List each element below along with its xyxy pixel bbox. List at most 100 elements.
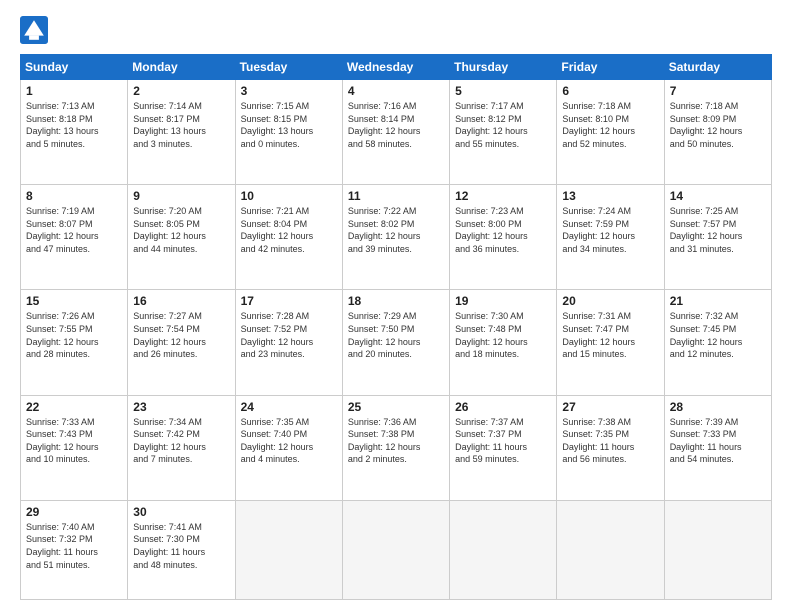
day-number: 15 [26,294,122,308]
day-number: 27 [562,400,658,414]
day-number: 14 [670,189,766,203]
day-cell [342,500,449,599]
day-info: Sunrise: 7:25 AMSunset: 7:57 PMDaylight:… [670,205,766,255]
day-info: Sunrise: 7:40 AMSunset: 7:32 PMDaylight:… [26,521,122,571]
day-cell: 16Sunrise: 7:27 AMSunset: 7:54 PMDayligh… [128,290,235,395]
day-cell: 19 Sunrise: 7:30 AMSunset: 7:48 PMDayligh… [450,290,557,395]
day-number: 8 [26,189,122,203]
weekday-header-tuesday: Tuesday [235,55,342,80]
day-info: Sunrise: 7:21 AMSunset: 8:04 PMDaylight:… [241,205,337,255]
day-info: Sunrise: 7:28 AMSunset: 7:52 PMDaylight:… [241,310,337,360]
day-number: 3 [241,84,337,98]
day-cell: 7 Sunrise: 7:18 AMSunset: 8:09 PMDaylight… [664,80,771,185]
day-info: Sunrise: 7:41 AMSunset: 7:30 PMDaylight:… [133,521,229,571]
day-cell: 24 Sunrise: 7:35 AMSunset: 7:40 PMDayligh… [235,395,342,500]
day-number: 20 [562,294,658,308]
day-info: Sunrise: 7:37 AMSunset: 7:37 PMDaylight:… [455,416,551,466]
day-cell: 23 Sunrise: 7:34 AMSunset: 7:42 PMDayligh… [128,395,235,500]
calendar-table: SundayMondayTuesdayWednesdayThursdayFrid… [20,54,772,600]
day-number: 12 [455,189,551,203]
weekday-header-monday: Monday [128,55,235,80]
day-info: Sunrise: 7:35 AMSunset: 7:40 PMDaylight:… [241,416,337,466]
day-cell: 2Sunrise: 7:14 AMSunset: 8:17 PMDaylight… [128,80,235,185]
day-cell: 28 Sunrise: 7:39 AMSunset: 7:33 PMDayligh… [664,395,771,500]
day-cell: 27 Sunrise: 7:38 AMSunset: 7:35 PMDayligh… [557,395,664,500]
day-info: Sunrise: 7:30 AMSunset: 7:48 PMDaylight:… [455,310,551,360]
logo [20,16,54,44]
weekday-header-friday: Friday [557,55,664,80]
weekday-header-sunday: Sunday [21,55,128,80]
day-info: Sunrise: 7:39 AMSunset: 7:33 PMDaylight:… [670,416,766,466]
day-cell: 15 Sunrise: 7:26 AMSunset: 7:55 PMDayligh… [21,290,128,395]
day-number: 17 [241,294,337,308]
day-cell: 8 Sunrise: 7:19 AMSunset: 8:07 PMDaylight… [21,185,128,290]
day-info: Sunrise: 7:38 AMSunset: 7:35 PMDaylight:… [562,416,658,466]
day-info: Sunrise: 7:18 AMSunset: 8:09 PMDaylight:… [670,100,766,150]
day-number: 28 [670,400,766,414]
day-number: 22 [26,400,122,414]
day-number: 26 [455,400,551,414]
weekday-header-saturday: Saturday [664,55,771,80]
day-info: Sunrise: 7:29 AMSunset: 7:50 PMDaylight:… [348,310,444,360]
day-number: 1 [26,84,122,98]
day-cell: 10 Sunrise: 7:21 AMSunset: 8:04 PMDayligh… [235,185,342,290]
day-cell: 13Sunrise: 7:24 AMSunset: 7:59 PMDayligh… [557,185,664,290]
day-cell: 29 Sunrise: 7:40 AMSunset: 7:32 PMDayligh… [21,500,128,599]
day-cell: 22 Sunrise: 7:33 AMSunset: 7:43 PMDayligh… [21,395,128,500]
day-cell: 26 Sunrise: 7:37 AMSunset: 7:37 PMDayligh… [450,395,557,500]
day-info: Sunrise: 7:17 AMSunset: 8:12 PMDaylight:… [455,100,551,150]
week-row-1: 1 Sunrise: 7:13 AMSunset: 8:18 PMDaylight… [21,80,772,185]
day-info: Sunrise: 7:32 AMSunset: 7:45 PMDaylight:… [670,310,766,360]
day-info: Sunrise: 7:15 AMSunset: 8:15 PMDaylight:… [241,100,337,150]
day-number: 18 [348,294,444,308]
day-cell [450,500,557,599]
week-row-5: 29 Sunrise: 7:40 AMSunset: 7:32 PMDayligh… [21,500,772,599]
day-info: Sunrise: 7:34 AMSunset: 7:42 PMDaylight:… [133,416,229,466]
day-number: 19 [455,294,551,308]
day-info: Sunrise: 7:19 AMSunset: 8:07 PMDaylight:… [26,205,122,255]
day-info: Sunrise: 7:33 AMSunset: 7:43 PMDaylight:… [26,416,122,466]
header [20,16,772,44]
day-cell: 14 Sunrise: 7:25 AMSunset: 7:57 PMDayligh… [664,185,771,290]
weekday-header-thursday: Thursday [450,55,557,80]
day-number: 5 [455,84,551,98]
day-number: 30 [133,505,229,519]
day-info: Sunrise: 7:23 AMSunset: 8:00 PMDaylight:… [455,205,551,255]
day-info: Sunrise: 7:13 AMSunset: 8:18 PMDaylight:… [26,100,122,150]
day-number: 25 [348,400,444,414]
weekday-header-wednesday: Wednesday [342,55,449,80]
day-number: 29 [26,505,122,519]
day-cell [664,500,771,599]
day-number: 7 [670,84,766,98]
day-info: Sunrise: 7:20 AMSunset: 8:05 PMDaylight:… [133,205,229,255]
week-row-4: 22 Sunrise: 7:33 AMSunset: 7:43 PMDayligh… [21,395,772,500]
day-cell [235,500,342,599]
day-cell: 5 Sunrise: 7:17 AMSunset: 8:12 PMDaylight… [450,80,557,185]
day-cell: 21Sunrise: 7:32 AMSunset: 7:45 PMDayligh… [664,290,771,395]
day-info: Sunrise: 7:18 AMSunset: 8:10 PMDaylight:… [562,100,658,150]
day-number: 4 [348,84,444,98]
day-number: 23 [133,400,229,414]
week-row-2: 8 Sunrise: 7:19 AMSunset: 8:07 PMDaylight… [21,185,772,290]
day-number: 9 [133,189,229,203]
day-number: 6 [562,84,658,98]
day-cell: 3 Sunrise: 7:15 AMSunset: 8:15 PMDaylight… [235,80,342,185]
day-info: Sunrise: 7:31 AMSunset: 7:47 PMDaylight:… [562,310,658,360]
day-number: 10 [241,189,337,203]
day-cell: 17 Sunrise: 7:28 AMSunset: 7:52 PMDayligh… [235,290,342,395]
day-number: 2 [133,84,229,98]
day-info: Sunrise: 7:36 AMSunset: 7:38 PMDaylight:… [348,416,444,466]
day-cell: 18 Sunrise: 7:29 AMSunset: 7:50 PMDayligh… [342,290,449,395]
day-info: Sunrise: 7:26 AMSunset: 7:55 PMDaylight:… [26,310,122,360]
logo-icon [20,16,48,44]
day-number: 24 [241,400,337,414]
day-cell: 4 Sunrise: 7:16 AMSunset: 8:14 PMDaylight… [342,80,449,185]
weekday-header-row: SundayMondayTuesdayWednesdayThursdayFrid… [21,55,772,80]
week-row-3: 15 Sunrise: 7:26 AMSunset: 7:55 PMDayligh… [21,290,772,395]
day-cell: 12 Sunrise: 7:23 AMSunset: 8:00 PMDayligh… [450,185,557,290]
day-cell: 20 Sunrise: 7:31 AMSunset: 7:47 PMDayligh… [557,290,664,395]
day-info: Sunrise: 7:27 AMSunset: 7:54 PMDaylight:… [133,310,229,360]
day-number: 13 [562,189,658,203]
day-number: 11 [348,189,444,203]
day-info: Sunrise: 7:16 AMSunset: 8:14 PMDaylight:… [348,100,444,150]
